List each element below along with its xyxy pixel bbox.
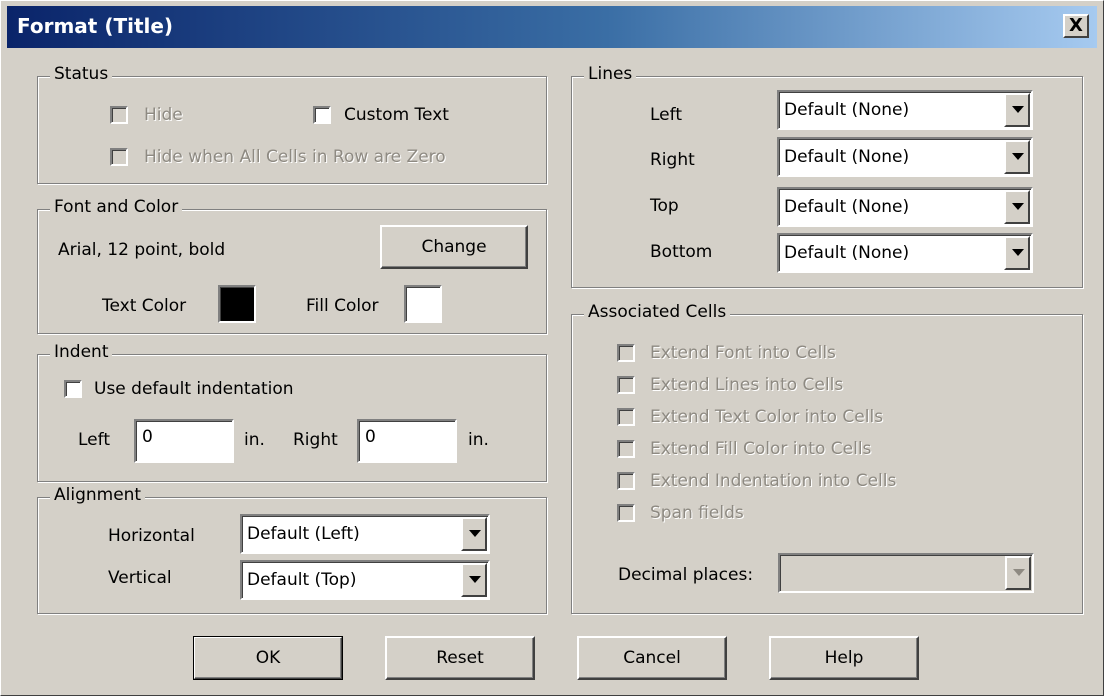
vertical-label: Vertical — [108, 568, 172, 588]
lines-top-value: Default (None) — [784, 197, 910, 217]
extend-fill-color-checkbox[interactable] — [617, 440, 635, 458]
status-legend: Status — [50, 64, 113, 84]
extend-lines-checkbox[interactable] — [617, 376, 635, 394]
indent-legend: Indent — [50, 342, 113, 362]
lines-left-label: Left — [650, 105, 682, 125]
lines-bottom-value: Default (None) — [784, 243, 910, 263]
vertical-value: Default (Top) — [247, 570, 357, 590]
lines-group: Lines Left Default (None) Right Default … — [571, 64, 1083, 288]
horizontal-select[interactable]: Default (Left) — [240, 514, 490, 554]
use-default-indent-checkbox[interactable] — [64, 380, 82, 398]
extend-font-label: Extend Font into Cells — [650, 343, 836, 363]
indent-left-input[interactable]: 0 — [134, 419, 234, 463]
extend-font-checkbox[interactable] — [617, 344, 635, 362]
chevron-down-icon[interactable] — [461, 517, 487, 551]
hide-zero-checkbox[interactable] — [110, 148, 128, 166]
close-button[interactable]: X — [1063, 14, 1089, 38]
close-icon: X — [1069, 15, 1083, 36]
alignment-group: Alignment Horizontal Default (Left) Vert… — [37, 485, 547, 614]
horizontal-value: Default (Left) — [247, 524, 360, 544]
cancel-button[interactable]: Cancel — [577, 636, 727, 680]
extend-indentation-checkbox[interactable] — [617, 472, 635, 490]
lines-right-select[interactable]: Default (None) — [777, 137, 1033, 177]
format-title-dialog: Format (Title) X Status Hide Custom Text… — [0, 0, 1104, 696]
reset-button[interactable]: Reset — [385, 636, 535, 680]
font-color-legend: Font and Color — [50, 197, 183, 217]
lines-right-value: Default (None) — [784, 147, 910, 167]
chevron-down-icon[interactable] — [1005, 556, 1031, 590]
chevron-down-icon[interactable] — [1004, 236, 1030, 270]
text-color-swatch[interactable] — [218, 285, 256, 323]
font-description: Arial, 12 point, bold — [58, 240, 226, 260]
lines-bottom-select[interactable]: Default (None) — [777, 233, 1033, 273]
lines-top-label: Top — [650, 196, 679, 216]
status-group: Status Hide Custom Text Hide when All Ce… — [37, 64, 547, 184]
change-font-button[interactable]: Change — [380, 225, 528, 269]
indent-right-unit: in. — [468, 430, 489, 450]
custom-text-label: Custom Text — [344, 105, 449, 125]
span-fields-label: Span fields — [650, 503, 744, 523]
chevron-down-icon[interactable] — [1004, 93, 1030, 127]
lines-top-select[interactable]: Default (None) — [777, 187, 1033, 227]
custom-text-checkbox[interactable] — [313, 106, 331, 124]
font-color-group: Font and Color Arial, 12 point, bold Cha… — [37, 197, 547, 334]
use-default-indent-label: Use default indentation — [94, 379, 294, 399]
hide-checkbox[interactable] — [110, 106, 128, 124]
extend-text-color-checkbox[interactable] — [617, 408, 635, 426]
chevron-down-icon[interactable] — [1004, 140, 1030, 174]
lines-legend: Lines — [584, 64, 637, 84]
window-title: Format (Title) — [17, 14, 174, 38]
lines-right-label: Right — [650, 150, 695, 170]
vertical-select[interactable]: Default (Top) — [240, 560, 490, 600]
indent-left-label: Left — [78, 430, 110, 450]
indent-group: Indent Use default indentation Left 0 in… — [37, 342, 547, 482]
help-button[interactable]: Help — [769, 636, 919, 680]
ok-button[interactable]: OK — [193, 636, 343, 680]
extend-indentation-label: Extend Indentation into Cells — [650, 471, 897, 491]
fill-color-label: Fill Color — [306, 296, 379, 316]
decimal-places-select[interactable] — [778, 553, 1034, 593]
chevron-down-icon[interactable] — [1004, 190, 1030, 224]
extend-text-color-label: Extend Text Color into Cells — [650, 407, 884, 427]
hide-label: Hide — [144, 105, 183, 125]
indent-right-input[interactable]: 0 — [357, 419, 457, 463]
decimal-places-label: Decimal places: — [618, 565, 754, 585]
chevron-down-icon[interactable] — [461, 563, 487, 597]
extend-fill-color-label: Extend Fill Color into Cells — [650, 439, 872, 459]
extend-lines-label: Extend Lines into Cells — [650, 375, 844, 395]
hide-zero-label: Hide when All Cells in Row are Zero — [144, 147, 446, 167]
title-bar[interactable]: Format (Title) X — [7, 6, 1097, 48]
lines-bottom-label: Bottom — [650, 242, 713, 262]
text-color-label: Text Color — [102, 296, 187, 316]
lines-left-select[interactable]: Default (None) — [777, 90, 1033, 130]
alignment-legend: Alignment — [50, 485, 146, 505]
indent-left-unit: in. — [244, 430, 265, 450]
associated-legend: Associated Cells — [584, 302, 731, 322]
horizontal-label: Horizontal — [108, 526, 195, 546]
fill-color-swatch[interactable] — [404, 285, 442, 323]
indent-right-label: Right — [293, 430, 338, 450]
associated-cells-group: Associated Cells Extend Font into Cells … — [571, 302, 1083, 614]
lines-left-value: Default (None) — [784, 100, 910, 120]
span-fields-checkbox[interactable] — [617, 504, 635, 522]
